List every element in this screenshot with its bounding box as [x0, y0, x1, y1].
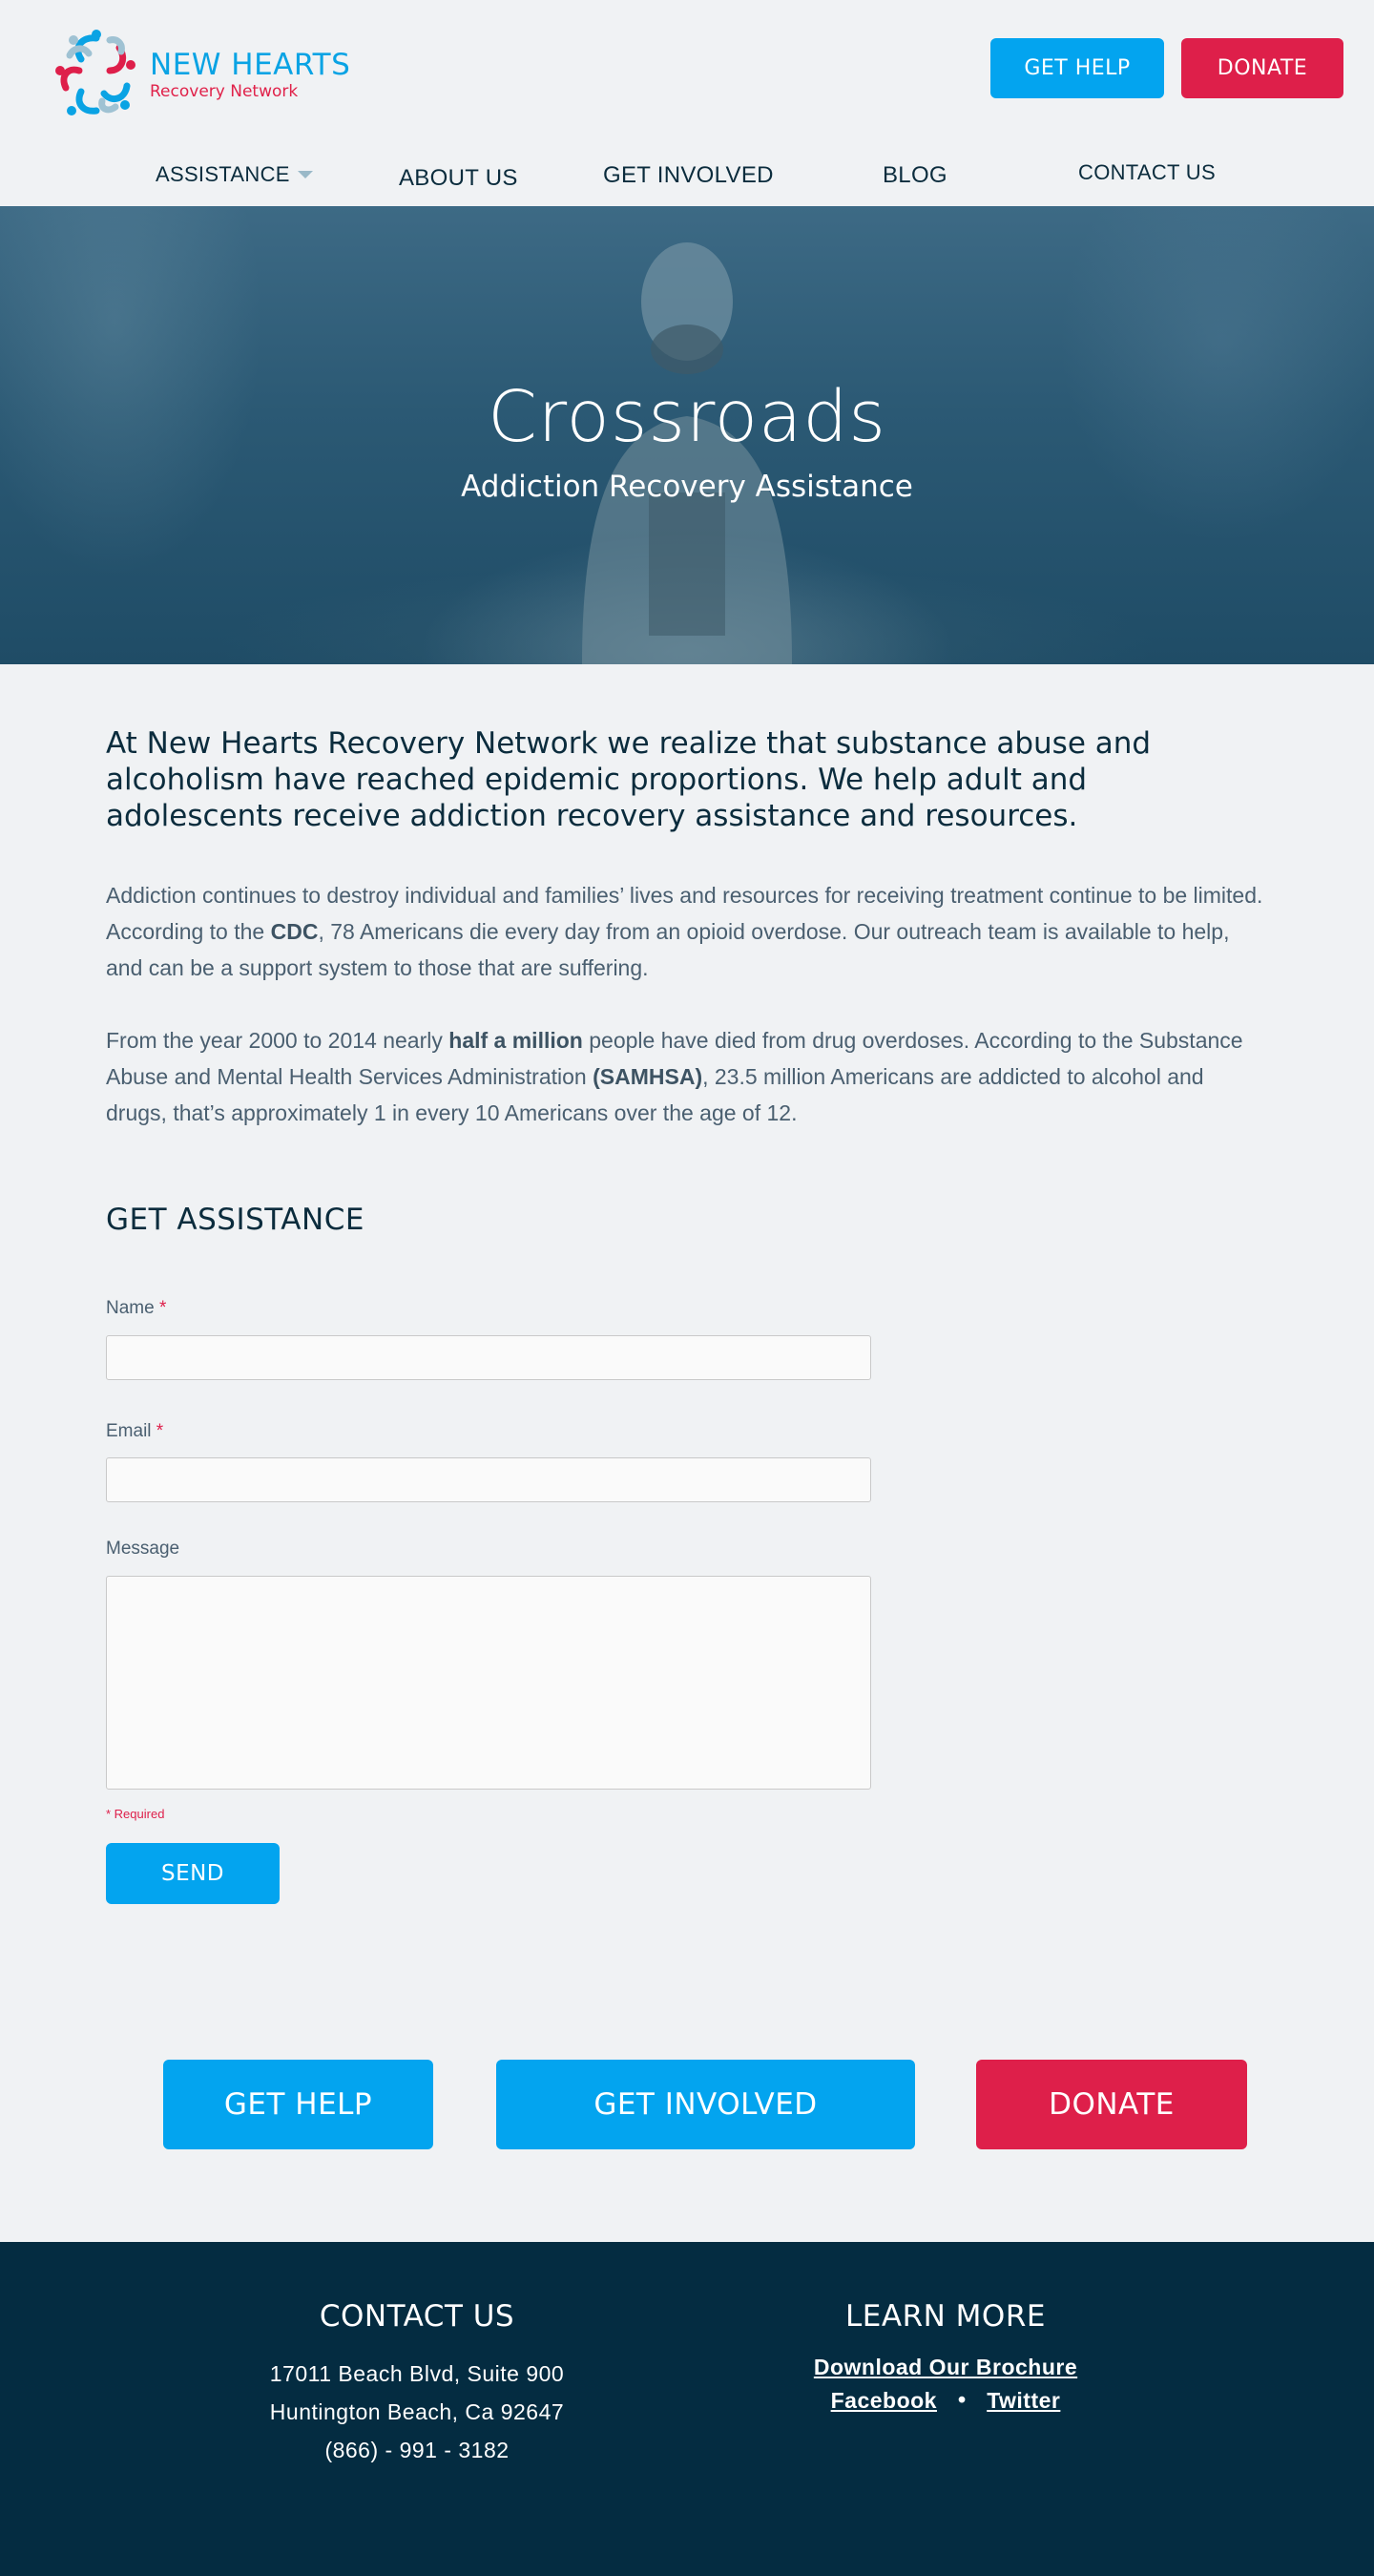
site-footer: CONTACT US 17011 Beach Blvd, Suite 900 H… [0, 2242, 1374, 2576]
paragraph-samhsa: From the year 2000 to 2014 nearly half a… [106, 1022, 1270, 1131]
header-get-help-button[interactable]: GET HELP [990, 38, 1164, 98]
paragraph-cdc: Addiction continues to destroy individua… [106, 877, 1270, 986]
name-label-text: Name [106, 1298, 155, 1318]
cta-get-involved-button[interactable]: GET INVOLVED [496, 2060, 915, 2149]
name-required-marker: * [158, 1298, 167, 1318]
logo-text: NEW HEARTS Recovery Network [150, 48, 350, 101]
brochure-link[interactable]: Download Our Brochure [814, 2355, 1077, 2379]
footer-learn-more: LEARN MORE Download Our Brochure Faceboo… [755, 2299, 1136, 2414]
footer-learn-title: LEARN MORE [845, 2299, 1046, 2334]
logo-title: NEW HEARTS [150, 48, 351, 82]
caret-down-icon [297, 171, 313, 178]
p2-text-a: From the year 2000 to 2014 nearly [106, 1028, 449, 1053]
cta-get-help-button[interactable]: GET HELP [163, 2060, 433, 2149]
email-input[interactable] [106, 1457, 871, 1502]
link-separator: • [955, 2389, 968, 2414]
message-label: Message [106, 1539, 180, 1559]
site-header: NEW HEARTS Recovery Network GET HELP DON… [0, 0, 1374, 206]
email-label: Email * [106, 1421, 163, 1442]
facebook-link[interactable]: Facebook [831, 2388, 937, 2413]
hearts-logo-icon [55, 30, 135, 115]
twitter-link[interactable]: Twitter [987, 2388, 1060, 2413]
footer-phone: (866) - 991 - 3182 [324, 2438, 510, 2462]
required-note: * Required [106, 1807, 165, 1821]
form-title: GET ASSISTANCE [106, 1203, 364, 1237]
hero-banner: Crossroads Addiction Recovery Assistance [0, 206, 1374, 664]
email-label-text: Email [106, 1421, 152, 1441]
name-input[interactable] [106, 1335, 871, 1380]
lead-paragraph: At New Hearts Recovery Network we realiz… [106, 726, 1152, 833]
header-donate-button[interactable]: DONATE [1181, 38, 1343, 98]
message-textarea[interactable] [106, 1576, 871, 1790]
nav-item-contact[interactable]: CONTACT US [1078, 160, 1216, 185]
p2-half-million: half a million [448, 1028, 583, 1053]
nav-assistance-label: ASSISTANCE [156, 162, 290, 186]
footer-address-line1: 17011 Beach Blvd, Suite 900 [269, 2361, 565, 2386]
footer-contact-title: CONTACT US [319, 2299, 515, 2334]
cta-donate-button[interactable]: DONATE [976, 2060, 1247, 2149]
p1-cdc: CDC [270, 919, 319, 944]
hero-subtitle: Addiction Recovery Assistance [461, 470, 913, 504]
send-button[interactable]: SEND [106, 1843, 280, 1904]
footer-address-line2: Huntington Beach, Ca 92647 [269, 2399, 565, 2424]
social-links: Facebook • Twitter [755, 2388, 1136, 2414]
footer-contact: CONTACT US 17011 Beach Blvd, Suite 900 H… [226, 2299, 608, 2469]
p2-samhsa: (SAMHSA) [593, 1064, 703, 1089]
logo-tagline: Recovery Network [150, 82, 299, 101]
email-required-marker: * [156, 1421, 164, 1441]
nav-item-blog[interactable]: BLOG [883, 162, 947, 189]
name-label: Name * [106, 1298, 166, 1319]
nav-item-about[interactable]: ABOUT US [399, 165, 518, 192]
hero-title: Crossroads [488, 376, 886, 458]
nav-item-get-involved[interactable]: GET INVOLVED [603, 162, 774, 189]
logo[interactable]: NEW HEARTS Recovery Network [52, 27, 350, 122]
nav-item-assistance[interactable]: ASSISTANCE [156, 162, 313, 187]
